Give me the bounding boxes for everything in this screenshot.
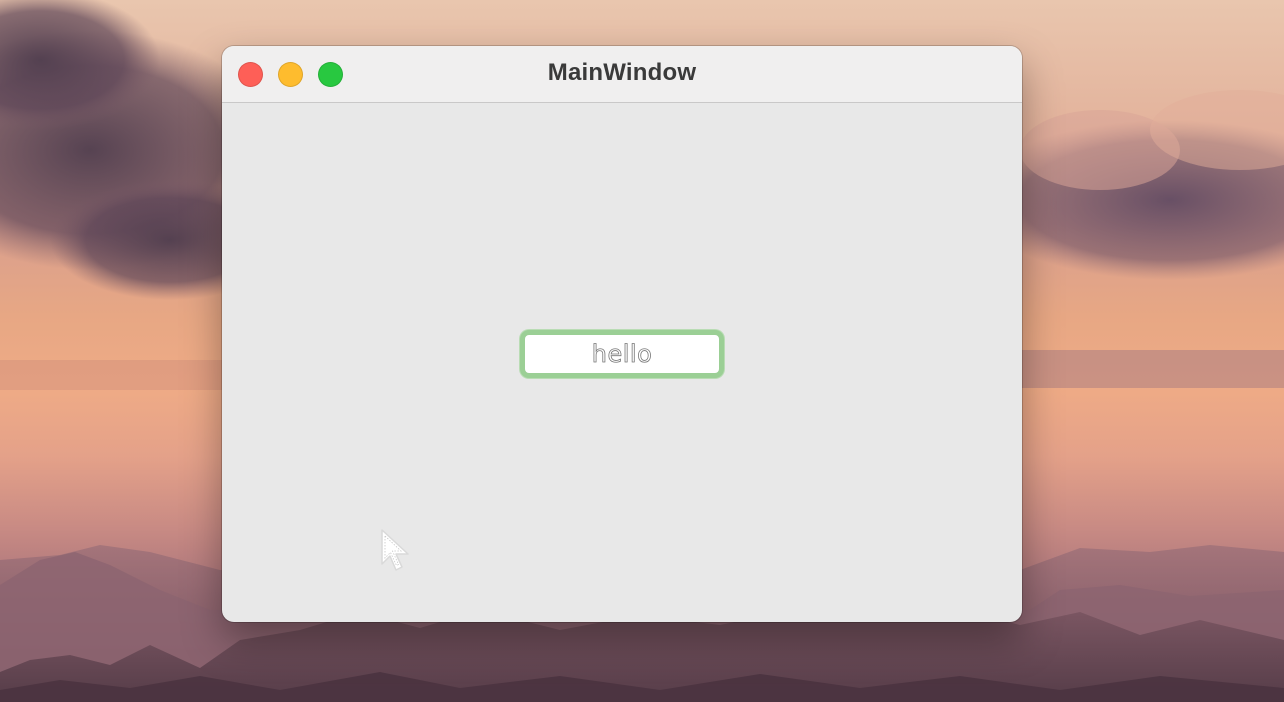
window-content: hello [222,104,1022,622]
title-bar[interactable]: MainWindow [222,46,1022,103]
text-field-value: hello [591,340,653,369]
window-title: MainWindow [547,59,697,86]
main-window: MainWindow hello [222,46,1022,622]
arrow-cursor-icon [381,529,409,571]
text-field[interactable]: hello [520,330,724,378]
